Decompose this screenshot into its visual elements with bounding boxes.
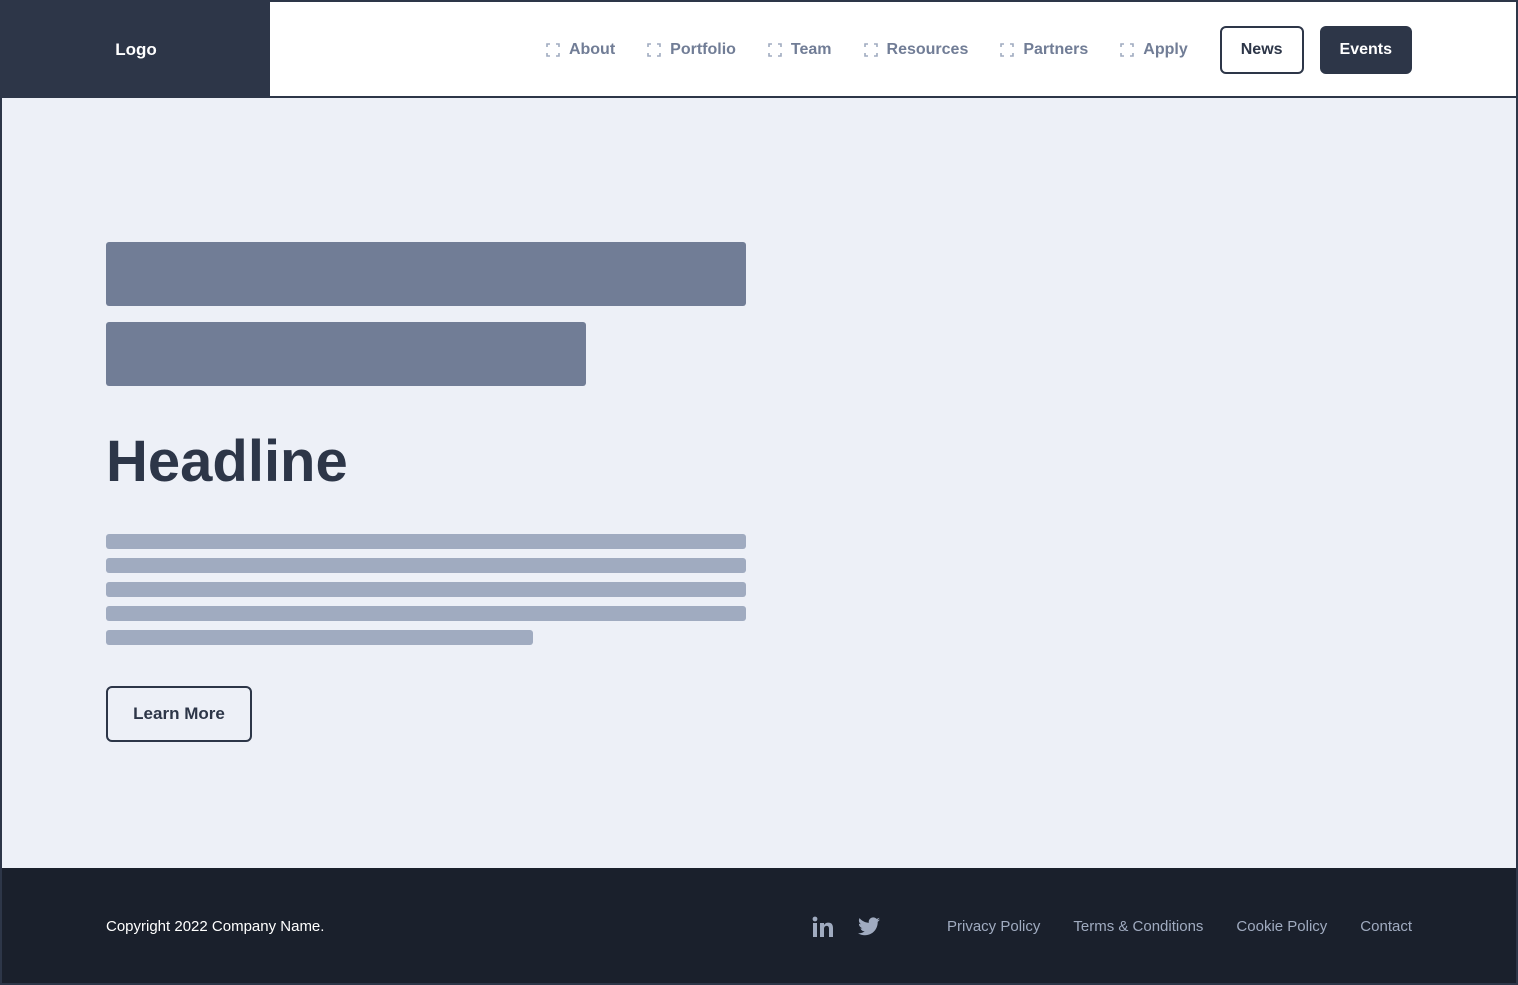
paragraph-placeholder-line: [106, 630, 533, 645]
focus-bracket-icon: [647, 43, 661, 57]
focus-bracket-icon: [863, 43, 878, 57]
paragraph-placeholder-line: [106, 606, 746, 621]
nav-item-apply[interactable]: Apply: [1120, 41, 1188, 59]
site-header: Logo About Portfolio Team Resources Part…: [2, 2, 1516, 98]
site-footer: Copyright 2022 Company Name. Privacy Pol…: [2, 868, 1516, 983]
main-nav: About Portfolio Team Resources Partners …: [546, 2, 1412, 98]
events-button[interactable]: Events: [1319, 26, 1412, 74]
footer-link-contact[interactable]: Contact: [1360, 918, 1412, 935]
nav-label: About: [568, 41, 616, 58]
nav-label: Team: [790, 41, 832, 58]
footer-links: Privacy Policy Terms & Conditions Cookie…: [812, 868, 1412, 983]
nav-label: Apply: [1143, 41, 1188, 58]
paragraph-placeholder-line: [106, 534, 746, 549]
nav-item-portfolio[interactable]: Portfolio: [647, 41, 736, 59]
nav-label: Portfolio: [670, 41, 736, 58]
copyright-text: Copyright 2022 Company Name.: [106, 918, 325, 935]
paragraph-placeholder-line: [106, 558, 746, 573]
focus-bracket-icon: [546, 43, 560, 57]
nav-label: Resources: [886, 41, 969, 58]
focus-bracket-icon: [1000, 43, 1015, 57]
focus-bracket-icon: [768, 43, 782, 57]
paragraph-placeholder-line: [106, 582, 746, 597]
twitter-icon[interactable]: [858, 917, 880, 936]
nav-label: Partners: [1023, 41, 1089, 58]
hero-headline: Headline: [106, 429, 348, 494]
page-frame: Logo About Portfolio Team Resources Part…: [0, 0, 1518, 985]
learn-more-button[interactable]: Learn More: [106, 686, 252, 742]
title-placeholder-line-2: [106, 322, 586, 386]
focus-bracket-icon: [1120, 43, 1135, 57]
linkedin-icon[interactable]: [812, 916, 834, 938]
footer-link-terms[interactable]: Terms & Conditions: [1073, 918, 1203, 935]
nav-item-resources[interactable]: Resources: [863, 41, 969, 59]
title-placeholder-line-1: [106, 242, 746, 306]
nav-item-partners[interactable]: Partners: [1000, 41, 1088, 59]
news-button[interactable]: News: [1219, 26, 1304, 74]
logo[interactable]: Logo: [2, 2, 270, 98]
nav-item-team[interactable]: Team: [768, 41, 832, 59]
footer-link-cookie[interactable]: Cookie Policy: [1236, 918, 1327, 935]
nav-item-about[interactable]: About: [546, 41, 615, 59]
footer-link-privacy[interactable]: Privacy Policy: [947, 918, 1040, 935]
